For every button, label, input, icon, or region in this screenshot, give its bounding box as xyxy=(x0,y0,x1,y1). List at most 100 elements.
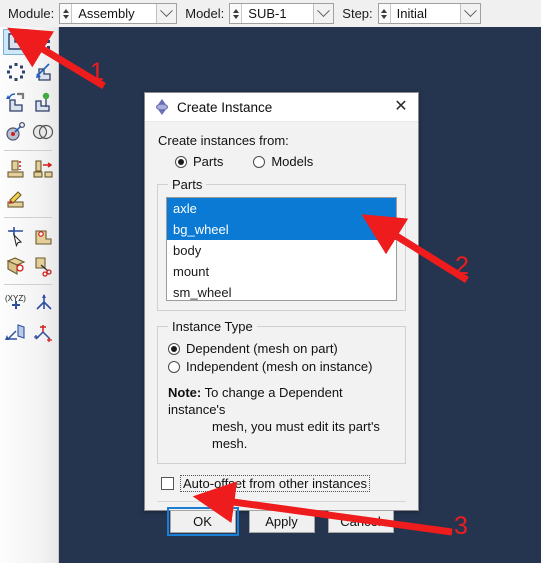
list-item[interactable]: mount xyxy=(167,261,396,282)
module-combobox[interactable]: Assembly xyxy=(59,3,178,24)
radio-parts-label: Parts xyxy=(193,154,224,169)
module-chevron-down-icon[interactable] xyxy=(156,4,177,23)
model-chevron-down-icon[interactable] xyxy=(313,4,334,23)
annotation-number-3: 3 xyxy=(454,512,468,540)
module-spinner[interactable] xyxy=(60,4,73,23)
crosshair-cursor-icon xyxy=(7,227,23,247)
dot-circle-icon xyxy=(6,63,25,81)
ruler-block-icon xyxy=(6,257,26,275)
radio-independent-indicator xyxy=(168,360,180,373)
dot-grid-icon xyxy=(35,34,51,49)
datum-plane-tool[interactable] xyxy=(31,223,57,249)
block-arrow-icon xyxy=(33,160,53,178)
toolbox-row xyxy=(0,154,58,184)
radio-models-indicator xyxy=(253,155,266,168)
auto-offset-label: Auto-offset from other instances xyxy=(180,475,371,492)
step-spinner[interactable] xyxy=(378,4,391,23)
step-combobox[interactable]: Initial xyxy=(377,3,481,24)
model-value: SUB-1 xyxy=(248,6,287,21)
close-icon[interactable]: ✕ xyxy=(384,94,418,121)
translate-to-tool[interactable] xyxy=(31,89,57,115)
merge-cut-tool[interactable] xyxy=(31,119,57,145)
linear-pattern-tool[interactable] xyxy=(31,29,57,55)
xyz-plus-icon: (XYZ) xyxy=(5,294,26,309)
partition-cell-tool[interactable] xyxy=(3,253,29,279)
plane-tool[interactable] xyxy=(3,320,29,346)
module-toolbox: (XYZ) xyxy=(0,27,59,563)
parts-listbox[interactable]: axle bg_wheel body mount sm_wheel xyxy=(166,197,397,301)
dialog-title: Create Instance xyxy=(177,99,273,115)
point-set-tool[interactable] xyxy=(31,320,57,346)
rotate-instance-tool[interactable] xyxy=(3,89,29,115)
paint-tool[interactable] xyxy=(3,186,29,212)
radio-models-label: Models xyxy=(271,154,314,169)
model-spinner[interactable] xyxy=(230,4,243,23)
dialog-button-row: OK Apply Cancel xyxy=(157,502,406,536)
annotation-number-2: 2 xyxy=(455,252,469,280)
radio-models[interactable]: Models xyxy=(253,154,313,169)
radio-dependent[interactable]: Dependent (mesh on part) xyxy=(168,341,397,356)
translate-instance-tool[interactable] xyxy=(31,59,57,85)
cancel-button[interactable]: Cancel xyxy=(327,510,394,533)
toolbox-row xyxy=(0,57,58,87)
radio-independent[interactable]: Independent (mesh on instance) xyxy=(168,359,397,374)
list-item[interactable]: axle xyxy=(167,198,396,219)
step-chevron-down-icon[interactable] xyxy=(459,4,480,23)
radial-pattern-tool[interactable] xyxy=(3,59,29,85)
parts-group: Parts axle bg_wheel body mount sm_wheel xyxy=(157,177,406,311)
apply-button[interactable]: Apply xyxy=(248,510,315,533)
position-constraint-tool[interactable] xyxy=(3,119,29,145)
pin-corner-icon xyxy=(35,92,50,112)
step-value: Initial xyxy=(396,6,427,21)
source-radio-group: Parts Models xyxy=(175,154,406,169)
module-label: Module: xyxy=(8,6,55,21)
list-item[interactable]: bg_wheel xyxy=(167,219,396,240)
list-item[interactable]: body xyxy=(167,240,396,261)
gear-pin-icon xyxy=(6,121,25,141)
csys-xyz-tool[interactable]: (XYZ) xyxy=(3,290,29,316)
note-prefix: Note: xyxy=(168,385,202,400)
toolbox-row xyxy=(0,251,58,281)
axis-tripod-icon xyxy=(35,294,52,310)
arrow-corner-icon xyxy=(36,63,51,81)
datum-offset-tool[interactable] xyxy=(3,156,29,182)
axis-tool[interactable] xyxy=(31,290,56,316)
annotation-number-1: 1 xyxy=(90,58,104,86)
point-cluster-icon xyxy=(34,325,53,342)
toolbox-row xyxy=(0,184,58,214)
radio-dependent-label: Dependent (mesh on part) xyxy=(186,341,338,356)
toolbox-divider xyxy=(4,150,52,151)
linear-offset-tool[interactable] xyxy=(31,156,57,182)
create-instance-tool[interactable] xyxy=(3,29,29,55)
auto-offset-row[interactable]: Auto-offset from other instances xyxy=(161,475,406,492)
pencil-block-icon xyxy=(7,191,24,208)
list-item[interactable]: sm_wheel xyxy=(167,282,396,300)
model-label: Model: xyxy=(185,6,225,21)
cut-tool[interactable] xyxy=(31,253,57,279)
step-label: Step: xyxy=(342,6,373,21)
create-point-tool[interactable] xyxy=(3,223,29,249)
instance-type-label: Instance Type xyxy=(172,319,253,334)
radio-dependent-indicator xyxy=(168,342,180,355)
dialog-body: Create instances from: Parts Models Part… xyxy=(145,122,418,536)
source-label: Create instances from: xyxy=(158,133,289,148)
auto-offset-checkbox[interactable] xyxy=(161,477,174,490)
ok-button[interactable]: OK xyxy=(166,507,239,536)
toolbox-row xyxy=(0,117,58,147)
instance-type-note: Note: To change a Dependent instance's m… xyxy=(168,384,397,452)
toolbox-divider xyxy=(4,217,52,218)
toolbox-divider xyxy=(4,284,52,285)
model-group: Model: SUB-1 xyxy=(177,3,335,25)
model-combobox[interactable]: SUB-1 xyxy=(229,3,335,24)
toolbox-row xyxy=(0,318,58,348)
dialog-titlebar[interactable]: Create Instance ✕ xyxy=(145,93,418,122)
parts-group-label: Parts xyxy=(172,177,203,192)
module-value: Assembly xyxy=(78,6,135,21)
radio-parts[interactable]: Parts xyxy=(175,154,223,169)
note-line-2: mesh, you must edit its part's mesh. xyxy=(212,419,380,451)
hole-block-icon xyxy=(35,230,52,245)
app-root: Module: Assembly Model: SUB-1 Step: Init… xyxy=(0,0,541,563)
rotate-corner-icon xyxy=(5,92,24,112)
module-group: Module: Assembly xyxy=(0,3,178,25)
instance-corner-icon xyxy=(8,33,23,50)
